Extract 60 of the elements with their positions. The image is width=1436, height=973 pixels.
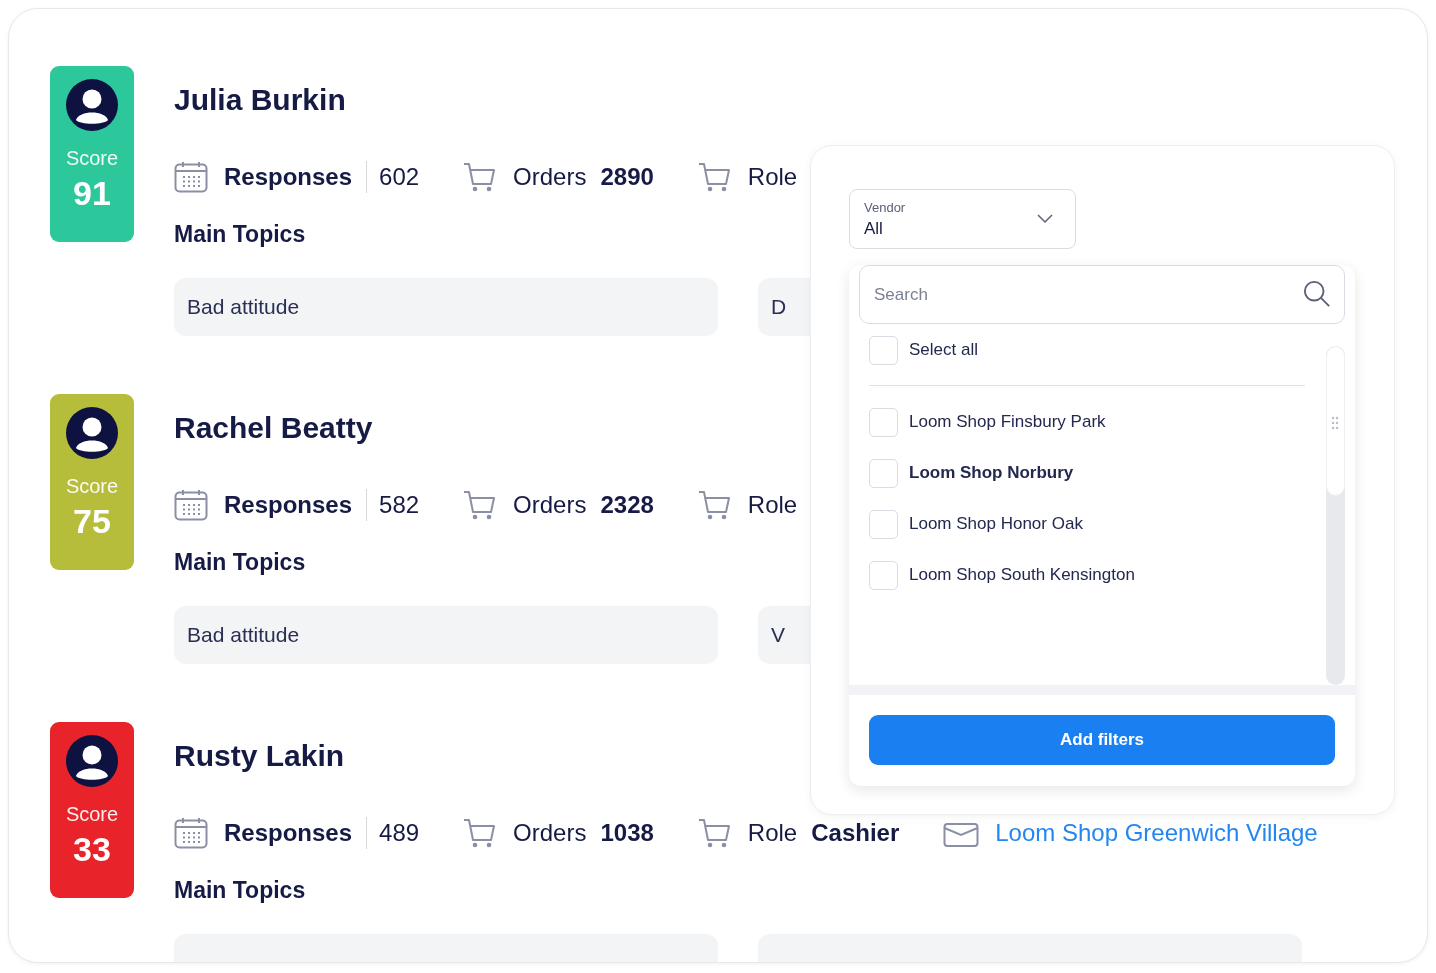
search-field[interactable]: Search [859, 265, 1345, 324]
checkbox[interactable] [869, 407, 898, 437]
responses-count: 602 [379, 163, 420, 191]
section-title: Main Topics [174, 220, 306, 249]
topic-chip: Bad attitude [174, 278, 718, 336]
cart-icon [463, 161, 498, 193]
cart-icon [697, 161, 732, 193]
responses-count: 489 [379, 819, 420, 847]
checkbox[interactable] [869, 335, 898, 365]
avatar-icon [66, 407, 118, 459]
person-name: Julia Burkin [174, 82, 346, 118]
chevron-down-icon [1037, 214, 1053, 224]
person-name: Rusty Lakin [174, 738, 345, 774]
scrollbar[interactable] [1326, 346, 1345, 685]
store-link[interactable]: Loom Shop Greenwich Village [995, 819, 1318, 847]
responses-label: Responses [224, 163, 353, 191]
role-value: Cashier [811, 819, 900, 847]
responses-label: Responses [224, 491, 353, 519]
option-label[interactable]: Loom Shop Norbury [909, 463, 1074, 483]
responses-count: 582 [379, 491, 420, 519]
cart-icon [463, 489, 498, 521]
checkbox[interactable] [869, 458, 898, 488]
calendar-icon [174, 817, 208, 849]
option-label[interactable]: Loom Shop Honor Oak [909, 514, 1083, 534]
score-label: Score [65, 147, 119, 170]
avatar-icon [66, 79, 118, 131]
checkbox[interactable] [869, 509, 898, 539]
option-label[interactable]: Select all [909, 340, 978, 360]
role-label: Role [747, 819, 798, 847]
orders-label: Orders [513, 163, 587, 191]
topic-chip: Bad attitude [174, 606, 718, 664]
search-icon [1303, 280, 1331, 308]
orders-count: 2328 [600, 491, 654, 519]
score-value: 75 [73, 502, 111, 541]
score-label: Score [65, 803, 119, 826]
section-title: Main Topics [174, 876, 306, 905]
cart-icon [463, 817, 498, 849]
orders-count: 1038 [600, 819, 654, 847]
calendar-icon [174, 161, 208, 193]
add-filters-button[interactable]: Add filters [869, 715, 1335, 765]
calendar-icon [174, 489, 208, 521]
option-label[interactable]: Loom Shop Finsbury Park [909, 412, 1106, 432]
cart-icon [697, 489, 732, 521]
option-label[interactable]: Loom Shop South Kensington [909, 565, 1135, 585]
score-value: 33 [73, 830, 111, 869]
role-label: Role [747, 491, 798, 519]
score-label: Score [65, 475, 119, 498]
orders-count: 2890 [600, 163, 654, 191]
grip-icon[interactable] [1331, 416, 1339, 430]
responses-label: Responses [224, 819, 353, 847]
vendor-dropdown[interactable]: Vendor All [849, 189, 1076, 249]
orders-label: Orders [513, 491, 587, 519]
cart-icon [697, 817, 732, 849]
score-value: 91 [73, 174, 111, 213]
role-label: Role [747, 163, 798, 191]
person-name: Rachel Beatty [174, 410, 373, 446]
avatar-icon [66, 735, 118, 787]
section-title: Main Topics [174, 548, 306, 577]
checkbox[interactable] [869, 560, 898, 590]
orders-label: Orders [513, 819, 587, 847]
